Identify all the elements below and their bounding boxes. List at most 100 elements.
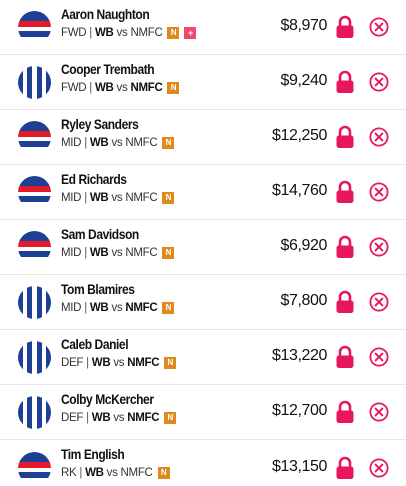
n-badge: N xyxy=(162,192,175,204)
player-info: Colby McKercher DEF | WB vs NMFC N xyxy=(61,391,177,424)
player-meta: DEF | WB vs NMFC N xyxy=(61,357,177,369)
player-meta: RK | WB vs NMFC N xyxy=(61,467,170,479)
n-badge: N xyxy=(167,82,180,94)
lock-icon[interactable] xyxy=(335,15,355,39)
badge-group: N xyxy=(162,82,180,94)
n-badge: N xyxy=(157,467,170,479)
player-row[interactable]: Ed Richards MID | WB vs NMFC N $14,760 xyxy=(0,165,406,220)
player-row[interactable]: Tim English RK | WB vs NMFC N $13,150 xyxy=(0,440,406,486)
versus-label: vs xyxy=(111,192,123,204)
badge-group: N xyxy=(157,192,175,204)
guernsey-icon xyxy=(18,11,51,44)
n-badge: N xyxy=(167,27,180,39)
meta-separator: | xyxy=(89,27,92,39)
player-price: $6,920 xyxy=(280,237,327,254)
player-price: $14,760 xyxy=(271,182,327,199)
n-badge: N xyxy=(164,357,177,369)
player-price: $13,150 xyxy=(271,457,327,475)
remove-x-icon[interactable] xyxy=(369,457,389,478)
player-price: $12,700 xyxy=(271,402,327,419)
player-row[interactable]: Colby McKercher DEF | WB vs NMFC N $12,7… xyxy=(0,385,406,440)
remove-x-icon[interactable] xyxy=(369,347,389,367)
player-row[interactable]: Cooper Trembath FWD | WB vs NMFC N $9,24… xyxy=(0,55,406,110)
player-row[interactable]: Caleb Daniel DEF | WB vs NMFC N $13,220 xyxy=(0,330,406,385)
player-name[interactable]: Ed Richards xyxy=(61,171,158,188)
opponent-team: NMFC xyxy=(130,82,163,94)
n-badge: N xyxy=(162,302,175,314)
meta-separator: | xyxy=(86,357,89,369)
player-team: WB xyxy=(91,412,111,424)
player-row[interactable]: Aaron Naughton FWD | WB vs NMFC N + $8,97… xyxy=(0,0,406,55)
player-info: Tom Blamires MID | WB vs NMFC N xyxy=(61,281,175,314)
remove-x-icon[interactable] xyxy=(369,237,389,257)
meta-separator: | xyxy=(84,247,87,259)
player-info: Cooper Trembath FWD | WB vs NMFC N xyxy=(61,61,180,94)
badge-group: N xyxy=(157,137,175,149)
player-price: $13,220 xyxy=(271,347,327,364)
versus-label: vs xyxy=(113,412,125,424)
opponent-team: NMFC xyxy=(130,27,163,39)
player-name[interactable]: Ryley Sanders xyxy=(61,116,158,133)
lock-icon[interactable] xyxy=(335,235,355,259)
badge-group: N xyxy=(157,247,175,259)
guernsey-icon xyxy=(18,286,51,319)
lock-icon[interactable] xyxy=(335,125,355,149)
remove-x-icon[interactable] xyxy=(369,127,389,147)
player-name[interactable]: Cooper Trembath xyxy=(61,61,163,78)
player-meta: FWD | WB vs NMFC N xyxy=(61,82,180,94)
player-team: WB xyxy=(94,82,114,94)
lock-icon[interactable] xyxy=(335,456,355,480)
remove-x-icon[interactable] xyxy=(369,182,389,202)
plus-badge: + xyxy=(184,27,197,39)
lock-icon[interactable] xyxy=(335,180,355,204)
player-info: Ed Richards MID | WB vs NMFC N xyxy=(61,171,175,204)
player-meta: MID | WB vs NMFC N xyxy=(61,302,175,314)
opponent-team: NMFC xyxy=(127,357,160,369)
guernsey-icon xyxy=(18,176,51,209)
player-position: DEF xyxy=(61,357,84,369)
player-price: $8,970 xyxy=(280,17,327,34)
lock-icon[interactable] xyxy=(335,345,355,369)
player-position: FWD xyxy=(61,27,87,39)
badge-group: N xyxy=(159,412,177,424)
player-team: WB xyxy=(94,27,114,39)
opponent-team: NMFC xyxy=(125,137,158,149)
guernsey-icon xyxy=(18,231,51,264)
player-name[interactable]: Tim English xyxy=(61,446,154,463)
player-name[interactable]: Tom Blamires xyxy=(61,281,158,298)
guernsey-icon xyxy=(18,121,51,154)
player-name[interactable]: Sam Davidson xyxy=(61,226,158,243)
versus-label: vs xyxy=(106,467,118,479)
n-badge: N xyxy=(162,137,175,149)
guernsey-icon xyxy=(18,396,51,429)
meta-separator: | xyxy=(89,82,92,94)
badge-group: N xyxy=(159,357,177,369)
player-name[interactable]: Caleb Daniel xyxy=(61,336,160,353)
badge-group: N + xyxy=(162,27,197,39)
meta-separator: | xyxy=(86,412,89,424)
opponent-team: NMFC xyxy=(125,247,158,259)
remove-x-icon[interactable] xyxy=(369,402,389,422)
player-row[interactable]: Sam Davidson MID | WB vs NMFC N $6,920 xyxy=(0,220,406,275)
remove-x-icon[interactable] xyxy=(369,72,389,92)
badge-group: N xyxy=(157,302,175,314)
opponent-team: NMFC xyxy=(125,192,158,204)
player-name[interactable]: Colby McKercher xyxy=(61,391,160,408)
player-position: MID xyxy=(61,247,82,259)
remove-x-icon[interactable] xyxy=(369,292,389,312)
player-position: DEF xyxy=(61,412,84,424)
lock-icon[interactable] xyxy=(335,290,355,314)
player-meta: DEF | WB vs NMFC N xyxy=(61,412,177,424)
player-row[interactable]: Ryley Sanders MID | WB vs NMFC N $12,250 xyxy=(0,110,406,165)
meta-separator: | xyxy=(84,302,87,314)
player-name[interactable]: Aaron Naughton xyxy=(61,6,178,23)
player-row[interactable]: Tom Blamires MID | WB vs NMFC N $7,800 xyxy=(0,275,406,330)
lock-icon[interactable] xyxy=(335,400,355,424)
meta-separator: | xyxy=(84,137,87,149)
n-badge: N xyxy=(162,247,175,259)
player-info: Caleb Daniel DEF | WB vs NMFC N xyxy=(61,336,177,369)
lock-icon[interactable] xyxy=(335,70,355,94)
remove-x-icon[interactable] xyxy=(369,17,389,37)
player-team: WB xyxy=(89,302,109,314)
player-position: RK xyxy=(61,467,77,479)
